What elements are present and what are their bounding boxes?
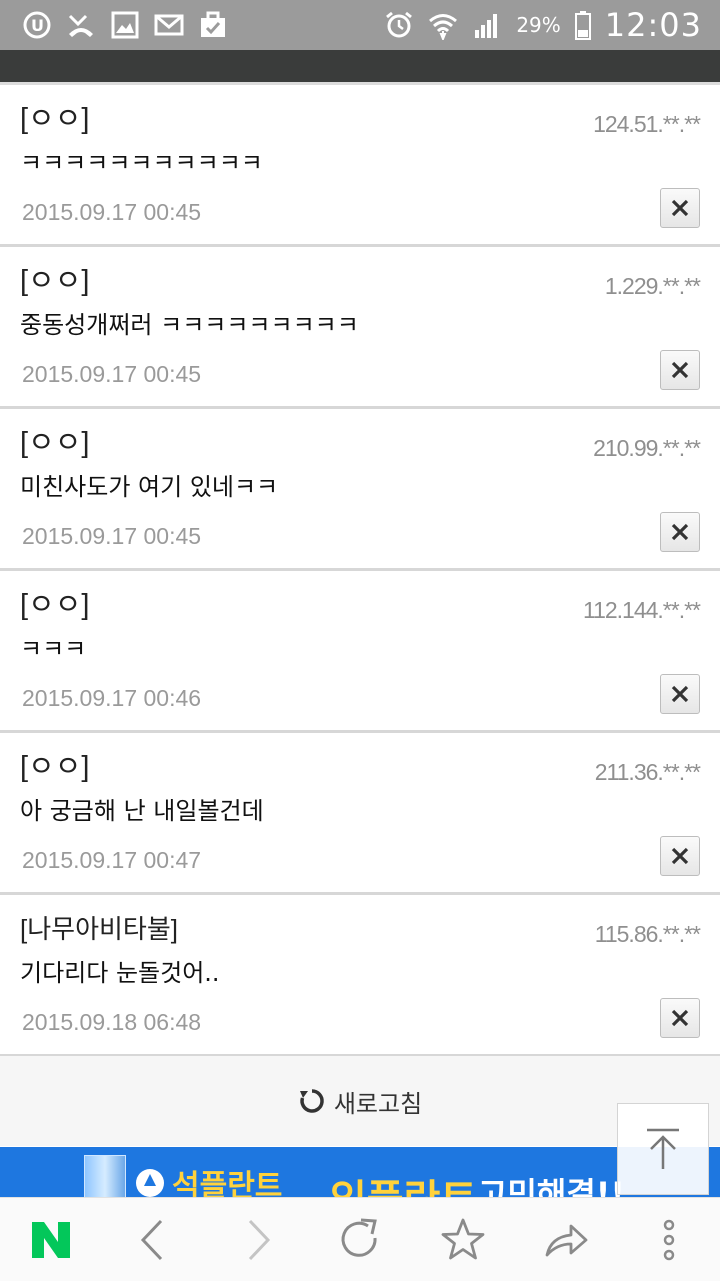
comment-date: 2015.09.17 00:45 (22, 361, 202, 387)
reload-button[interactable] (309, 1198, 412, 1281)
delete-comment-button[interactable] (660, 512, 700, 552)
comment-date: 2015.09.17 00:45 (22, 199, 202, 225)
clipboard-icon (198, 10, 228, 40)
close-icon (671, 685, 689, 703)
comment-text: 기다리다 눈돌것어.. (20, 959, 220, 987)
delete-comment-button[interactable] (660, 188, 700, 228)
close-icon (671, 1009, 689, 1027)
page-header (0, 50, 720, 82)
refresh-button[interactable]: 새로고침 (0, 1056, 720, 1146)
ad-text: 임플란트 (330, 1167, 477, 1197)
reload-icon (341, 1218, 377, 1257)
comment-item: [ㅇㅇ] 124.51.**.** ㅋㅋㅋㅋㅋㅋㅋㅋㅋㅋㅋ 2015.09.17… (0, 85, 720, 247)
wifi-icon (428, 10, 458, 40)
comment-date: 2015.09.17 00:47 (22, 847, 202, 873)
share-icon (545, 1224, 588, 1256)
system-status: 29% 12:03 (384, 6, 720, 44)
comment-ip: 124.51.**.** (593, 111, 701, 137)
comment-text: ㅋㅋㅋ (20, 635, 87, 663)
scroll-to-top-button[interactable] (617, 1103, 709, 1195)
comment-ip: 210.99.**.** (593, 435, 701, 461)
refresh-icon (299, 1089, 324, 1113)
ad-text: 고민해결!! (478, 1175, 625, 1197)
comment-item: [ㅇㅇ] 210.99.**.** 미친사도가 여기 있네ㅋㅋ 2015.09.… (0, 409, 720, 571)
comment-text: 아 궁금해 난 내일볼건데 (20, 797, 264, 825)
comment-ip: 1.229.**.** (604, 273, 701, 299)
more-icon (663, 1219, 674, 1260)
comment-item: [ㅇㅇ] 211.36.**.** 아 궁금해 난 내일볼건데 2015.09.… (0, 733, 720, 895)
building-image (84, 1155, 126, 1197)
ad-banner[interactable]: 석플란트 임플란트 고민해결!! (0, 1147, 720, 1197)
gallery-icon (110, 10, 140, 40)
signal-icon (472, 10, 502, 40)
comment-author: [나무아비타불] (20, 914, 178, 944)
naver-n-icon (32, 1221, 71, 1258)
delete-comment-button[interactable] (660, 998, 700, 1038)
comment-date: 2015.09.17 00:46 (22, 685, 202, 711)
mail-icon (154, 10, 184, 40)
forward-icon (249, 1219, 271, 1260)
comment-ip: 115.86.**.** (594, 921, 701, 947)
comment-text: 미친사도가 여기 있네ㅋㅋ (20, 473, 279, 501)
forward-button[interactable] (206, 1198, 309, 1281)
comment-date: 2015.09.18 06:48 (22, 1009, 202, 1035)
comment-date: 2015.09.17 00:45 (22, 523, 202, 549)
ad-text: 석플란트 (172, 1169, 283, 1197)
bookmark-star-icon (441, 1218, 485, 1259)
browser-toolbar (0, 1197, 720, 1281)
back-icon (141, 1219, 163, 1260)
comment-text: ㅋㅋㅋㅋㅋㅋㅋㅋㅋㅋㅋ (20, 149, 263, 177)
comment-item: [ㅇㅇ] 112.144.**.** ㅋㅋㅋ 2015.09.17 00:46 (0, 571, 720, 733)
status-bar: U 29% 12:03 (0, 0, 720, 50)
bookmark-button[interactable] (411, 1198, 514, 1281)
close-icon (671, 361, 689, 379)
alarm-icon (384, 10, 414, 40)
more-button[interactable] (617, 1198, 720, 1281)
arrow-up-icon (647, 1128, 679, 1169)
notification-icons: U (0, 10, 228, 40)
svg-text:U: U (31, 16, 44, 35)
missed-call-icon (66, 10, 96, 40)
delete-comment-button[interactable] (660, 836, 700, 876)
delete-comment-button[interactable] (660, 350, 700, 390)
back-button[interactable] (103, 1198, 206, 1281)
comment-author: [ㅇㅇ] (20, 265, 90, 297)
delete-comment-button[interactable] (660, 674, 700, 714)
ad-logo-icon (136, 1169, 164, 1197)
battery-percent: 29% (516, 13, 561, 37)
comment-author: [ㅇㅇ] (20, 103, 90, 135)
comment-author: [ㅇㅇ] (20, 589, 90, 621)
clock: 12:03 (604, 6, 702, 44)
u-plus-icon: U (22, 10, 52, 40)
comment-item: [ㅇㅇ] 1.229.**.** 중동성개쩌러 ㅋㅋㅋㅋㅋㅋㅋㅋㅋ 2015.0… (0, 247, 720, 409)
close-icon (671, 523, 689, 541)
comment-text: 중동성개쩌러 ㅋㅋㅋㅋㅋㅋㅋㅋㅋ (20, 311, 359, 339)
close-icon (671, 199, 689, 217)
comment-list: [ㅇㅇ] 124.51.**.** ㅋㅋㅋㅋㅋㅋㅋㅋㅋㅋㅋ 2015.09.17… (0, 85, 720, 1057)
comment-author: [ㅇㅇ] (20, 427, 90, 459)
comment-ip: 211.36.**.** (594, 759, 701, 785)
battery-icon (574, 10, 591, 40)
naver-home-button[interactable] (0, 1198, 103, 1281)
share-button[interactable] (514, 1198, 617, 1281)
comment-author: [ㅇㅇ] (20, 751, 90, 783)
close-icon (671, 847, 689, 865)
comment-item: [나무아비타불] 115.86.**.** 기다리다 눈돌것어.. 2015.0… (0, 895, 720, 1057)
comment-ip: 112.144.**.** (582, 597, 701, 623)
refresh-label: 새로고침 (333, 1089, 423, 1118)
